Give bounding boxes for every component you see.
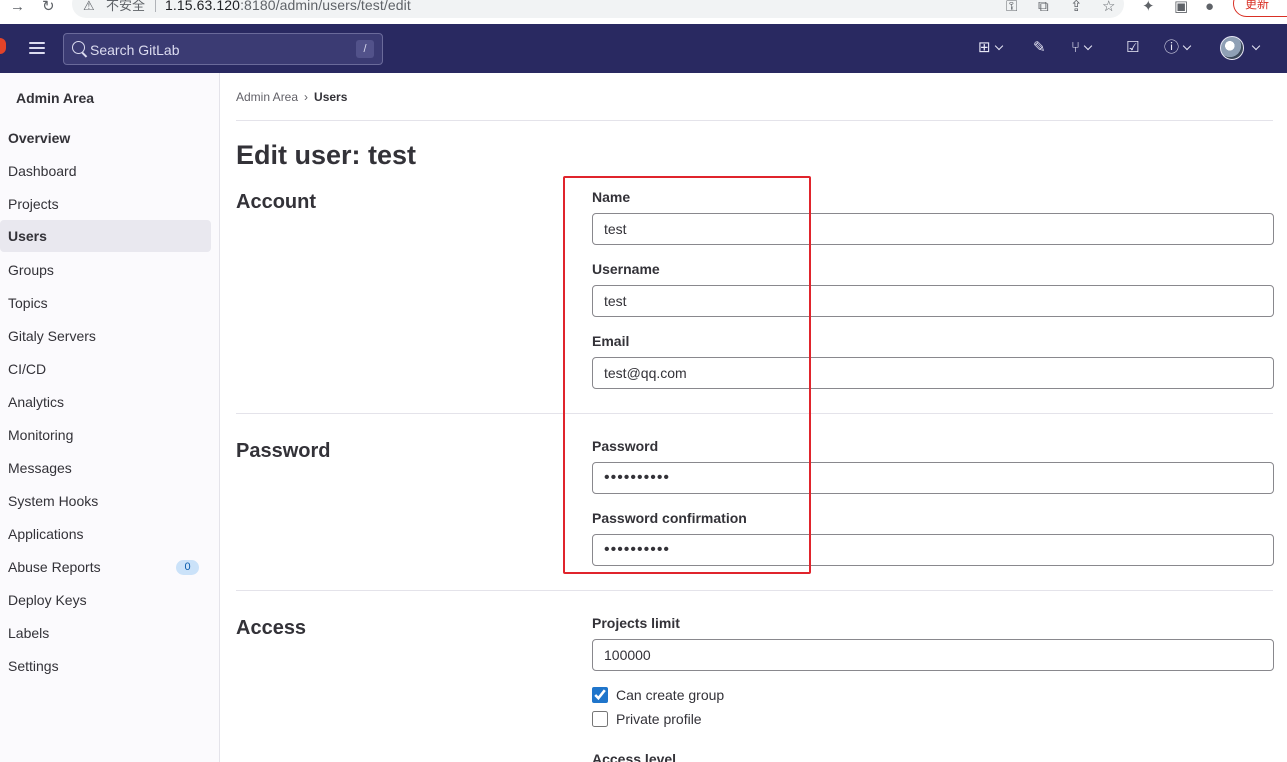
admin-sidebar: Admin Area Overview Dashboard Projects U… [0, 73, 220, 762]
browser-toolbar: → ↻ ⚠ 不安全 1.15.63.120:8180/admin/users/t… [0, 0, 1287, 24]
breadcrumb-current[interactable]: Users [314, 90, 347, 104]
share-icon[interactable]: ⇪ [1070, 0, 1083, 16]
sidebar-item-applications[interactable]: Applications [0, 518, 211, 550]
password-section-title: Password [236, 440, 331, 462]
url-text[interactable]: 1.15.63.120:8180/admin/users/test/edit [165, 0, 411, 13]
sidebar-item-overview[interactable]: Overview [0, 122, 211, 154]
reload-icon[interactable]: ↻ [42, 0, 55, 16]
sidebar-item-projects[interactable]: Projects [0, 188, 211, 220]
divider [236, 120, 1273, 121]
sidebar-item-analytics[interactable]: Analytics [0, 386, 211, 418]
url-path: :8180/admin/users/test/edit [240, 0, 411, 13]
profile-icon[interactable]: ● [1205, 0, 1214, 16]
user-avatar[interactable] [1220, 36, 1244, 60]
can-create-group-label: Can create group [616, 687, 725, 703]
create-new-button[interactable]: ⊞ [978, 37, 1003, 59]
chevron-down-icon [1251, 41, 1261, 51]
gitlab-logo-icon[interactable] [0, 38, 6, 54]
access-level-label: Access level [592, 751, 677, 762]
extensions-icon[interactable]: ✦ [1142, 0, 1155, 16]
projects-limit-field[interactable] [592, 639, 1274, 671]
warning-icon[interactable]: ⚠ [83, 0, 95, 13]
access-section-title: Access [236, 617, 307, 639]
search-input[interactable] [90, 40, 350, 60]
sidebar-item-system-hooks[interactable]: System Hooks [0, 485, 211, 517]
search-icon [72, 41, 85, 54]
email-label: Email [592, 333, 630, 349]
url-divider [155, 0, 156, 12]
search-shortcut-key: / [356, 40, 374, 58]
top-navbar: / ⊞ ✎ ⑂ ☑ ⓘ [0, 24, 1287, 73]
plus-square-icon: ⊞ [978, 39, 991, 56]
merge-request-icon: ⑂ [1071, 39, 1081, 56]
chevron-down-icon [994, 41, 1003, 51]
private-profile-checkbox[interactable] [592, 711, 608, 727]
user-menu-toggle[interactable] [1248, 37, 1261, 59]
password-label: Password [592, 438, 659, 454]
help-question-icon: ⓘ [1164, 39, 1180, 56]
divider [236, 590, 1273, 591]
sidebar-title[interactable]: Admin Area [8, 85, 212, 113]
sidebar-item-messages[interactable]: Messages [0, 452, 211, 484]
count-badge: 0 [176, 560, 199, 575]
sidebar-item-dashboard[interactable]: Dashboard [0, 155, 211, 187]
password-confirmation-field[interactable] [592, 534, 1274, 566]
todo-checkbox-icon: ☑ [1126, 39, 1140, 56]
key-icon[interactable]: ⚿ [1006, 0, 1017, 16]
chevron-down-icon [1182, 41, 1192, 51]
breadcrumb: Admin Area › Users [236, 89, 347, 105]
sidebar-item-groups[interactable]: Groups [0, 254, 211, 286]
help-button[interactable]: ⓘ [1164, 37, 1192, 59]
menu-hamburger-icon[interactable] [29, 42, 45, 54]
chevron-down-icon [1083, 41, 1093, 51]
sidebar-item-topics[interactable]: Topics [0, 287, 211, 319]
username-field[interactable] [592, 285, 1274, 317]
sidebar-item-monitoring[interactable]: Monitoring [0, 419, 211, 451]
account-section-title: Account [236, 191, 316, 213]
sidebar-item-users[interactable]: Users [0, 220, 211, 252]
sidebar-item-label: Abuse Reports [8, 559, 101, 575]
sidebar-item-settings[interactable]: Settings [0, 650, 211, 682]
sidebar-item-gitaly-servers[interactable]: Gitaly Servers [0, 320, 211, 352]
sidebar-item-cicd[interactable]: CI/CD [0, 353, 211, 385]
update-label: 更新 [1245, 0, 1270, 11]
merge-requests-button[interactable]: ⑂ [1071, 37, 1093, 59]
breadcrumb-parent[interactable]: Admin Area [236, 90, 298, 104]
name-field[interactable] [592, 213, 1274, 245]
side-panel-icon[interactable]: ▣ [1174, 0, 1188, 16]
insecure-label: 不安全 [106, 0, 146, 13]
name-label: Name [592, 189, 631, 205]
password-confirmation-label: Password confirmation [592, 510, 747, 526]
todos-button[interactable]: ☑ [1126, 37, 1139, 59]
divider [236, 413, 1273, 414]
can-create-group-checkbox[interactable] [592, 687, 608, 703]
forward-arrow-icon[interactable]: → [10, 0, 25, 16]
browser-update-button[interactable]: 更新 [1233, 0, 1287, 17]
page-title: Edit user: test [236, 140, 417, 170]
email-field[interactable] [592, 357, 1274, 389]
private-profile-label: Private profile [616, 711, 702, 727]
sidebar-item-labels[interactable]: Labels [0, 617, 211, 649]
username-label: Username [592, 261, 660, 277]
bookmark-star-icon[interactable]: ☆ [1102, 0, 1115, 16]
issues-icon: ✎ [1033, 39, 1046, 56]
projects-limit-label: Projects limit [592, 615, 680, 631]
url-host: 1.15.63.120 [165, 0, 241, 13]
issues-button[interactable]: ✎ [1033, 37, 1046, 59]
breadcrumb-chevron-icon: › [304, 90, 309, 104]
sidebar-item-deploy-keys[interactable]: Deploy Keys [0, 584, 211, 616]
search-box[interactable]: / [63, 33, 383, 65]
password-field[interactable] [592, 462, 1274, 494]
translate-icon[interactable]: ⧉ [1038, 0, 1049, 16]
sidebar-item-abuse-reports[interactable]: Abuse Reports 0 [0, 551, 211, 583]
